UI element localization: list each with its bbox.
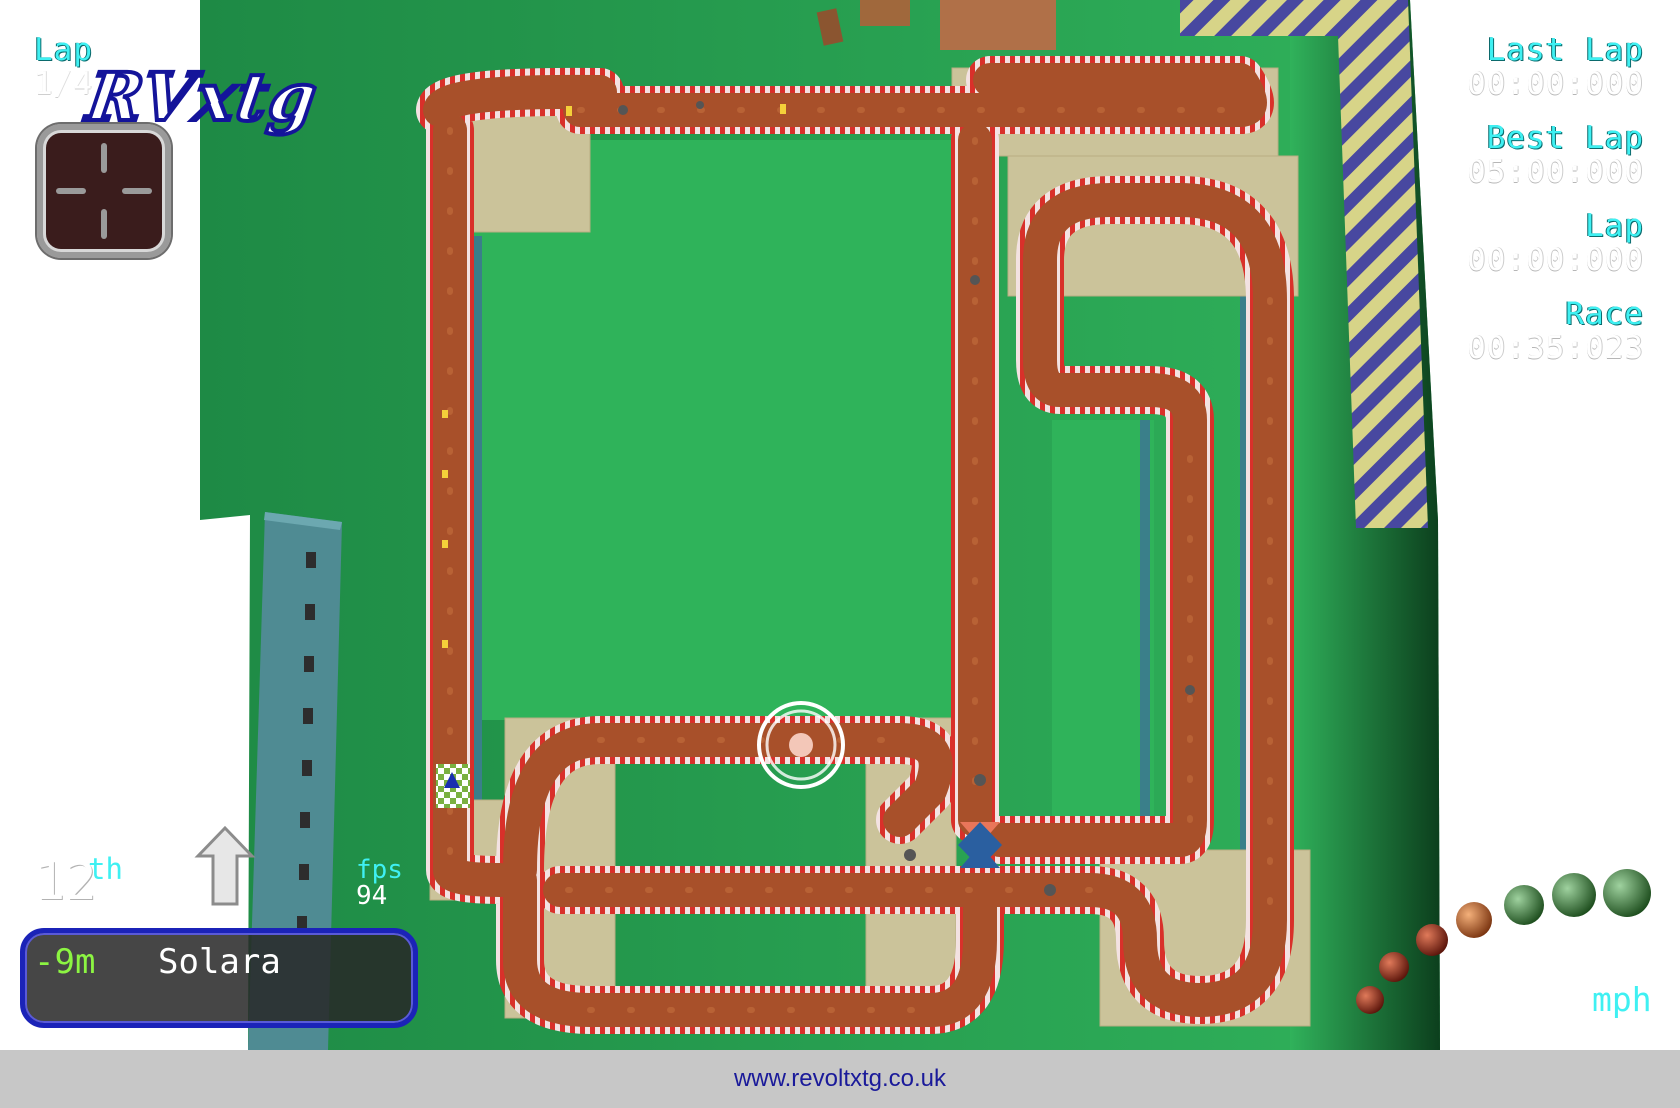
current-lap-time: 00:00:000 — [1467, 242, 1644, 278]
opponent-name: Solara — [158, 942, 281, 982]
arrow-up-icon — [194, 825, 256, 906]
best-lap-label: Best Lap — [1486, 120, 1644, 156]
crosshair-icon — [56, 143, 152, 239]
weapon-slot-icon — [37, 124, 171, 258]
last-lap-time: 00:00:000 — [1467, 66, 1644, 102]
race-position-suffix: th — [88, 852, 123, 886]
last-lap-label: Last Lap — [1486, 32, 1644, 68]
race-time: 00:35:023 — [1467, 330, 1644, 366]
lap-label: Lap — [34, 32, 93, 68]
game-viewport — [0, 0, 1680, 1050]
race-track-scene — [194, 0, 1651, 1050]
gap-distance: -9m — [34, 942, 96, 982]
website-link[interactable]: www.revoltxtg.co.uk — [734, 1065, 946, 1093]
footer-bar: www.revoltxtg.co.uk — [0, 1050, 1680, 1108]
current-lap-label: Lap — [1585, 208, 1644, 244]
fps-value: 94 — [356, 881, 388, 911]
speed-value: 0 — [1554, 980, 1574, 1019]
best-lap-time: 05:00:000 — [1467, 154, 1644, 190]
speed-unit: mph — [1592, 980, 1652, 1019]
race-label: Race — [1565, 296, 1644, 332]
fps-label: fps — [356, 855, 403, 885]
lap-count: 1/4 — [34, 66, 93, 102]
